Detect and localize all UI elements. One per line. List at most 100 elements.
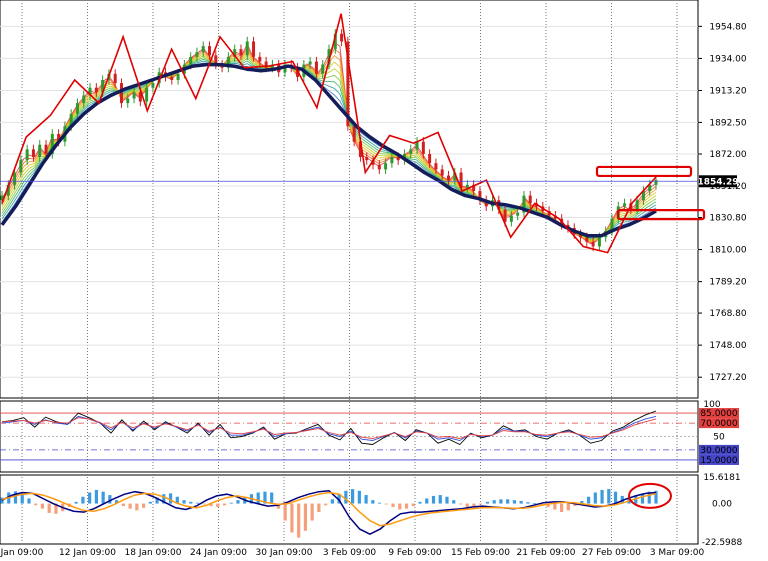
- macd-histogram-bar: [283, 503, 287, 521]
- macd-histogram-bar: [357, 490, 361, 504]
- candle-body: [44, 144, 48, 154]
- candle-body: [421, 141, 425, 154]
- macd-histogram-bar: [148, 501, 152, 504]
- candle-body: [239, 49, 243, 56]
- candle-body: [25, 149, 29, 161]
- candle-body: [377, 164, 381, 170]
- macd-histogram-bar: [398, 503, 402, 510]
- macd-histogram-bar: [81, 496, 85, 504]
- macd-histogram-bar: [40, 503, 45, 509]
- candle-body: [591, 241, 595, 247]
- macd-histogram-bar: [499, 499, 503, 504]
- macd-histogram-bar: [472, 503, 476, 507]
- candle-body: [321, 64, 325, 74]
- oscillator-level-label: 15.0000: [700, 456, 737, 466]
- macd-histogram-bar: [445, 496, 449, 504]
- candle-body: [585, 237, 589, 242]
- candle-body: [245, 41, 249, 56]
- macd-histogram-bar: [297, 503, 301, 538]
- macd-histogram-bar: [465, 503, 469, 507]
- x-tick-label: 3 Feb 09:00: [323, 548, 377, 558]
- candle-body: [390, 157, 394, 164]
- y-tick-label: 1810.00: [709, 246, 746, 256]
- x-tick-label: 24 Jan 09:00: [190, 548, 247, 558]
- y-tick-label: 1768.80: [709, 309, 746, 319]
- oscillator-level-label: 30.0000: [700, 446, 737, 456]
- macd-histogram-bar: [34, 503, 38, 506]
- macd-histogram-bar: [519, 501, 523, 504]
- macd-histogram-bar: [236, 500, 240, 504]
- candle-body: [170, 76, 174, 80]
- y-tick-label: 1892.50: [709, 118, 746, 128]
- macd-histogram-bar: [88, 492, 92, 504]
- macd-histogram-bar: [438, 495, 442, 504]
- macd-histogram-bar: [404, 503, 409, 509]
- candle-body: [113, 73, 117, 84]
- macd-histogram-bar: [310, 503, 314, 521]
- macd-histogram-bar: [607, 489, 611, 504]
- macd-histogram-bar: [256, 492, 260, 504]
- candle-body: [252, 41, 256, 57]
- macd-histogram-bar: [391, 503, 395, 507]
- candle-body: [409, 149, 413, 154]
- macd-histogram-bar: [371, 500, 375, 504]
- candle-body: [509, 215, 513, 222]
- macd-histogram-bar: [74, 501, 78, 504]
- macd-histogram-bar: [141, 503, 146, 508]
- candle-body: [440, 169, 444, 176]
- candle-body: [189, 56, 193, 65]
- candle-body: [308, 61, 312, 65]
- candle-body: [119, 83, 123, 104]
- macd-histogram-bar: [182, 500, 186, 504]
- macd-histogram-bar: [377, 502, 382, 504]
- candle-body: [597, 237, 601, 247]
- oscillator-level-label: 85.0000: [700, 409, 737, 419]
- macd-histogram-bar: [452, 500, 456, 504]
- oscillator-level-label: 50: [713, 433, 725, 443]
- x-tick-label: 27 Feb 09:00: [582, 548, 641, 558]
- macd-histogram-bar: [526, 502, 530, 504]
- trading-chart: Jan 09:00 12 Jan 09:00 18 Jan 09:00 24 Jan …: [0, 0, 747, 558]
- candle-body: [82, 95, 86, 104]
- macd-histogram-bar: [121, 503, 125, 507]
- macd-histogram-bar: [492, 500, 496, 504]
- y-tick-label: 1748.00: [709, 341, 746, 351]
- candle-body: [428, 153, 432, 164]
- macd-histogram-bar: [27, 498, 31, 504]
- macd-histogram-bar: [425, 498, 429, 504]
- macd-histogram-bar: [135, 503, 139, 511]
- macd-histogram-bar: [384, 503, 388, 505]
- macd-histogram-bar: [222, 503, 227, 506]
- last-price-label: 1854.29: [698, 177, 739, 187]
- macd-histogram-bar: [350, 489, 355, 504]
- macd-histogram-bar: [290, 503, 294, 533]
- candle-body: [208, 46, 212, 56]
- candle-body: [201, 46, 205, 53]
- y-tick-label: 1872.00: [709, 150, 746, 160]
- candle-body: [365, 157, 369, 161]
- macd-histogram-bar: [229, 502, 233, 504]
- candle-body: [151, 83, 155, 88]
- x-tick-label: 18 Jan 09:00: [125, 548, 182, 558]
- x-tick-label: 30 Jan 09:00: [256, 548, 313, 558]
- macd-histogram-bar: [94, 489, 98, 504]
- macd-panel[interactable]: [0, 474, 699, 545]
- macd-histogram-bar: [101, 491, 105, 504]
- macd-histogram-bar: [270, 492, 274, 504]
- macd-histogram-bar: [418, 501, 422, 504]
- candle-body: [446, 175, 450, 181]
- macd-histogram-bar: [560, 503, 564, 513]
- macd-histogram-bar: [324, 503, 328, 506]
- candle-body: [126, 98, 130, 104]
- y-tick-label: 1789.20: [709, 278, 746, 288]
- macd-y-tick-label: -22.5988: [702, 538, 743, 548]
- y-tick-label: 1934.00: [709, 54, 746, 64]
- x-tick-label: 15 Feb 09:00: [451, 548, 510, 558]
- x-tick-label: 9 Feb 09:00: [388, 548, 442, 558]
- macd-histogram-bar: [317, 503, 321, 513]
- candle-body: [258, 56, 262, 62]
- macd-histogram-bar: [13, 491, 18, 504]
- macd-histogram-bar: [512, 500, 517, 504]
- candle-body: [516, 212, 520, 216]
- macd-histogram-bar: [189, 501, 193, 504]
